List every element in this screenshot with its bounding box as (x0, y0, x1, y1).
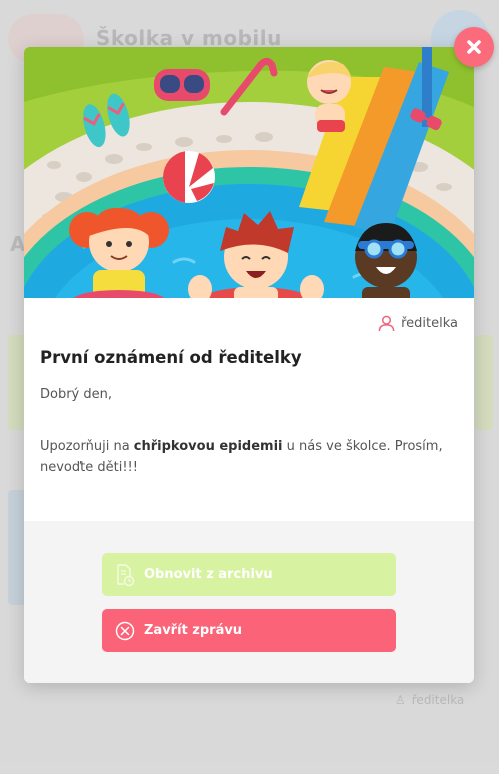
modal-footer: Obnovit z archivu Zavřít zprávu (24, 521, 474, 683)
message-text: Upozorňuji na (40, 439, 134, 454)
close-icon (467, 40, 481, 54)
message-author: ředitelka (378, 315, 458, 332)
archive-document-icon (114, 563, 136, 586)
restore-from-archive-button[interactable]: Obnovit z archivu (102, 553, 396, 596)
close-modal-button[interactable] (454, 27, 494, 67)
circle-x-icon (114, 620, 136, 642)
message-greeting: Dobrý den, (40, 387, 113, 402)
message-body: Dobrý den, Upozorňuji na chřipkovou epid… (40, 384, 460, 478)
close-message-button[interactable]: Zavřít zprávu (102, 609, 396, 652)
close-message-label: Zavřít zprávu (144, 623, 243, 638)
message-highlight: chřipkovou epidemii (133, 439, 283, 454)
message-title: První oznámení od ředitelky (40, 348, 302, 367)
person-icon (378, 315, 395, 332)
message-paragraph: Upozorňuji na chřipkovou epidemii u nás … (40, 436, 460, 478)
message-modal: ředitelka První oznámení od ředitelky Do… (24, 47, 474, 683)
author-name: ředitelka (401, 316, 458, 331)
pool-illustration (24, 47, 474, 298)
restore-button-label: Obnovit z archivu (144, 567, 273, 582)
